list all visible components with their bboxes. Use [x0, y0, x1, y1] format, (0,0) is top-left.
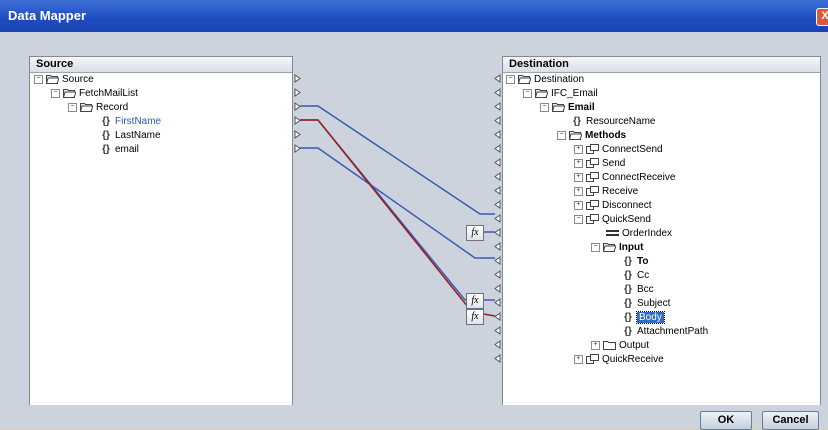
source-port[interactable]: [294, 144, 301, 153]
destination-port[interactable]: [494, 214, 501, 223]
destination-port[interactable]: [494, 354, 501, 363]
mapping-line-selected[interactable]: [300, 119, 496, 317]
mapping-canvas: [294, 74, 501, 363]
destination-port[interactable]: [494, 74, 501, 83]
destination-port[interactable]: [494, 186, 501, 195]
destination-port[interactable]: [494, 102, 501, 111]
source-port[interactable]: [294, 74, 301, 83]
destination-port[interactable]: [494, 270, 501, 279]
destination-port[interactable]: [494, 116, 501, 125]
destination-port[interactable]: [494, 340, 501, 349]
mapping-line[interactable]: [300, 147, 495, 259]
destination-port[interactable]: [494, 172, 501, 181]
destination-port[interactable]: [494, 158, 501, 167]
destination-port[interactable]: [494, 144, 501, 153]
destination-port[interactable]: [494, 88, 501, 97]
function-icon[interactable]: fx: [466, 225, 484, 241]
source-port[interactable]: [294, 130, 301, 139]
source-port[interactable]: [294, 102, 301, 111]
destination-port[interactable]: [494, 284, 501, 293]
source-port[interactable]: [294, 88, 301, 97]
destination-port[interactable]: [494, 228, 501, 237]
ok-button[interactable]: OK: [700, 411, 752, 430]
cancel-button[interactable]: Cancel: [762, 411, 819, 430]
source-port[interactable]: [294, 116, 301, 125]
function-icon[interactable]: fx: [466, 293, 484, 309]
destination-port[interactable]: [494, 256, 501, 265]
destination-port[interactable]: [494, 242, 501, 251]
function-icon[interactable]: fx: [466, 309, 484, 325]
destination-port[interactable]: [494, 312, 501, 321]
mapping-line[interactable]: [300, 105, 495, 215]
destination-port[interactable]: [494, 326, 501, 335]
destination-port[interactable]: [494, 298, 501, 307]
destination-port[interactable]: [494, 200, 501, 209]
destination-port[interactable]: [494, 130, 501, 139]
